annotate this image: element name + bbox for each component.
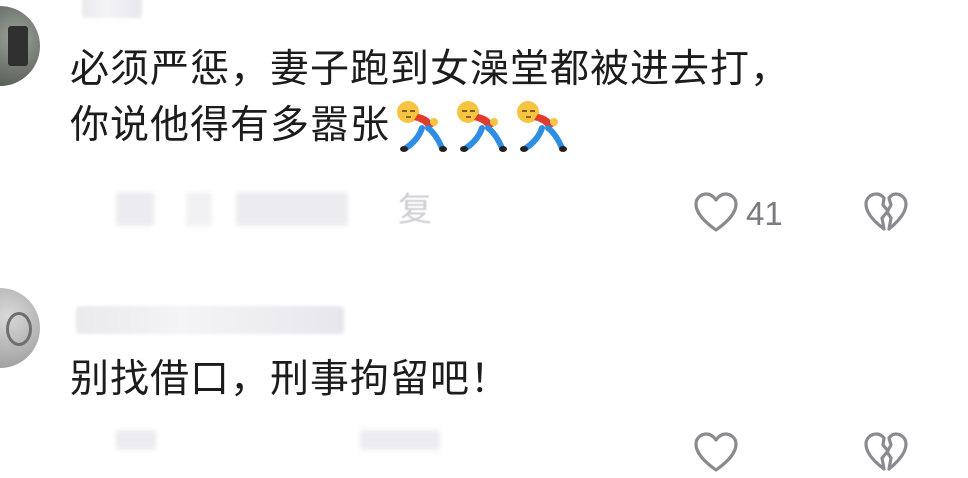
comment-meta-redacted bbox=[186, 192, 212, 226]
lying-down-emoji-icon bbox=[512, 98, 570, 154]
username-redacted[interactable] bbox=[82, 0, 142, 18]
dislike-button[interactable] bbox=[862, 430, 910, 478]
username-redacted[interactable] bbox=[76, 306, 344, 334]
heart-outline-icon bbox=[692, 190, 740, 238]
comment-line-1: 必须严惩，妻子跑到女澡堂都被进去打， bbox=[70, 47, 791, 92]
avatar[interactable] bbox=[0, 6, 40, 86]
heart-outline-icon bbox=[692, 432, 740, 478]
dislike-button[interactable] bbox=[862, 190, 910, 238]
comment-text: 别找借口，刑事拘留吧！ bbox=[70, 357, 511, 402]
comment-text: 必须严惩，妻子跑到女澡堂都被进去打， 你说他得有多嚣张 bbox=[70, 42, 790, 154]
like-count: 41 bbox=[746, 195, 783, 232]
avatar[interactable] bbox=[0, 288, 40, 368]
like-button[interactable]: 41 bbox=[692, 190, 783, 238]
lying-down-emoji-icon bbox=[392, 98, 450, 154]
comment-location-redacted bbox=[236, 192, 348, 226]
lying-down-emoji-icon bbox=[452, 98, 510, 154]
comment-time-redacted bbox=[116, 192, 154, 226]
like-button[interactable] bbox=[692, 430, 740, 478]
broken-heart-icon bbox=[862, 192, 910, 238]
reply-button[interactable] bbox=[360, 430, 440, 450]
comment-line-2: 你说他得有多嚣张 bbox=[70, 103, 391, 148]
comment-time-redacted bbox=[116, 430, 156, 450]
broken-heart-icon bbox=[862, 432, 910, 478]
reply-button[interactable]: 复 bbox=[398, 190, 432, 230]
